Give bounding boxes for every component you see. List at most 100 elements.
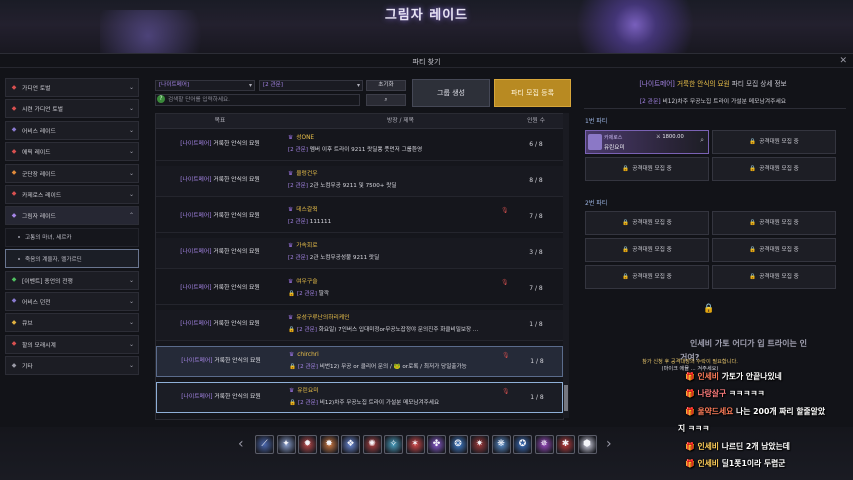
recruit-button[interactable]: 파티 모집 등록 xyxy=(494,79,571,107)
scrollbar-thumb[interactable] xyxy=(564,385,568,411)
skill-prev-arrow[interactable]: ‹ xyxy=(238,436,244,452)
row-count: 1 / 8 xyxy=(530,358,544,365)
skill-16-icon[interactable]: ⬢ xyxy=(577,435,597,454)
table-row[interactable]: [나이트메어] 거룩한 안식의 묘원 ♛ 울렁건우 [2 관문] 2관 노컴무공 92… xyxy=(156,166,563,197)
row-objective: [나이트메어] 거룩한 안식의 묘원 xyxy=(160,238,280,267)
shadow-icon: ◆ xyxy=(11,211,17,219)
crown-icon: ♛ xyxy=(288,279,294,285)
skill-9-icon[interactable]: ✤ xyxy=(427,435,446,454)
sidebar-item[interactable]: ◆ 군단장 레이드 ⌄ xyxy=(5,163,139,183)
skill-11-icon[interactable]: ✷ xyxy=(470,435,489,454)
row-host: ♛ 유성구루난의하리케인 xyxy=(288,314,518,323)
chevron-down-icon: ▾ xyxy=(248,82,252,89)
row-host-name: 여우구슬 xyxy=(296,279,318,285)
row-tag: [나이트메어] xyxy=(180,141,212,147)
difficulty-dropdown[interactable]: [나이트메어] ▾ xyxy=(155,80,255,91)
mic-icon: 🎙 xyxy=(501,279,509,286)
skill-8-icon[interactable]: ✶ xyxy=(405,435,425,454)
member-slot[interactable]: 카제로스 ⚔ 1800.00 유린요미 ⌕ xyxy=(585,130,709,154)
sidebar-subitem[interactable]: 고통의 마녀, 세르카 xyxy=(5,227,139,247)
row-count: 8 / 8 xyxy=(529,177,543,184)
sidebar-item[interactable]: ◆ 에픽 레이드 ⌄ xyxy=(5,142,139,162)
sidebar-item[interactable]: ◆ 어비스 레이드 ⌄ xyxy=(5,120,139,140)
row-desc: [2 관문] 멤버 이후 트라이 9211 랏딜뽕 풋먼저 그룹환영 xyxy=(288,146,518,155)
row-title: ♛ 가속회로 [2 관문] 2관 노컴무공성불 9211 랏딜 xyxy=(288,242,518,263)
skill-14-icon[interactable]: ✵ xyxy=(534,435,554,454)
row-count: 7 / 8 xyxy=(529,213,543,220)
crown-icon: ♛ xyxy=(289,352,295,358)
skill-5-icon[interactable]: ❖ xyxy=(341,435,360,454)
close-icon[interactable]: ✕ xyxy=(839,56,847,66)
row-desc: 🔒 [2 관문] 화요일) 7인버스 입대미정or무공노잡정야 문의진주 화클비밀… xyxy=(288,326,518,335)
slot-label: 공격대원 모집 중 xyxy=(632,274,672,280)
sidebar-item[interactable]: ◆ 큐브 ⌄ xyxy=(5,313,139,333)
table-row[interactable]: [나이트메어] 거룩한 안식의 묘원 ♛ 여우구슬 🔒 [2 관문] 딸깍 🎙 7 / 8 xyxy=(156,274,563,305)
header-title: 방장 / 제목 xyxy=(387,118,414,124)
sidebar-item-label: 큐브 xyxy=(22,321,33,328)
table-row[interactable]: [나이트메어] 거룩한 안식의 묘원 ♛ 유린요미 🔒 [2 관문] 비12)차주 무공… xyxy=(156,382,563,413)
skill-3-icon[interactable]: ✹ xyxy=(298,435,317,454)
sidebar-item[interactable]: ◆ [이벤트] 종언의 전쟁 ⌄ xyxy=(5,270,139,290)
skill-6-icon[interactable]: ✺ xyxy=(362,435,382,454)
reset-button[interactable]: 초기화 xyxy=(366,80,406,91)
row-desc-text: 멤버 이후 트라이 9211 랏딜뽕 풋먼저 그룹환영 xyxy=(309,147,423,153)
search-button[interactable]: ⌕ xyxy=(366,94,406,106)
abyss-icon: ◆ xyxy=(11,126,17,134)
sidebar-item[interactable]: ◆ 시련 가디언 토벌 ⌄ xyxy=(5,99,139,119)
table-row[interactable]: [나이트메어] 거룩한 안식의 묘원 ♛ 데스갈쥑 [2 관문] 111111 🎙 7 /… xyxy=(156,202,563,233)
skill-2-icon[interactable]: ✦ xyxy=(276,435,296,454)
avatar xyxy=(588,134,602,150)
row-desc: 🔒 [2 관문] 비번12) 무공 or 클리어 문의 / 🐸 or로록 / 최저… xyxy=(289,363,519,372)
row-desc-text: 111111 xyxy=(309,219,332,225)
chat-overlay: 🎁 인세비 가토가 안끝나있네 🎁 나랑살구 ㅋㅋㅋㅋㅋ 🎁 울약드세요 나는 20… xyxy=(615,330,853,480)
row-count: 3 / 8 xyxy=(529,249,543,256)
detail-tag: [나이트메어] xyxy=(639,80,675,88)
row-host-name: 유린요미 xyxy=(297,388,319,394)
skill-15-icon[interactable]: ✱ xyxy=(556,435,575,454)
table-scrollbar[interactable] xyxy=(563,113,569,418)
skill-next-arrow[interactable]: › xyxy=(606,436,612,452)
group-create-button[interactable]: 그룹 생성 xyxy=(412,79,490,107)
table-row[interactable]: [나이트메어] 거룩한 안식의 묘원 ♛ 성ONE [2 관문] 멤버 이후 트라이 … xyxy=(156,130,563,161)
mic-icon: 🎙 xyxy=(502,352,510,359)
inspect-icon[interactable]: ⌕ xyxy=(700,136,704,145)
chat-user: 인세비 xyxy=(697,459,719,468)
lock-icon: 🔒 xyxy=(749,139,757,145)
table-row[interactable]: [나이트메어] 거룩한 안식의 묘원 ♛ 가속회로 [2 관문] 2관 노컴무공성불 … xyxy=(156,238,563,269)
skill-4-icon[interactable]: ✸ xyxy=(319,435,339,454)
mic-icon: 🎙 xyxy=(502,388,510,395)
skill-7-icon[interactable]: ✧ xyxy=(384,435,403,454)
table-row[interactable]: [나이트메어] 거룩한 안식의 묘원 ♛ 유성구루난의하리케인 🔒 [2 관문] 화요일… xyxy=(156,310,563,341)
lock-icon: 🔒 xyxy=(289,400,296,406)
chevron-down-icon: ⌄ xyxy=(128,148,134,156)
search-input[interactable]: 검색할 단어를 입력하세요. xyxy=(155,94,360,106)
mic-icon: 🎙 xyxy=(501,207,509,214)
sidebar-item[interactable]: ◆ 카제로스 레이드 ⌄ xyxy=(5,184,139,204)
sidebar-item[interactable]: ◆ 어비스 던전 ⌄ xyxy=(5,291,139,311)
skill-10-icon[interactable]: ❂ xyxy=(448,435,468,454)
sidebar-subitem[interactable]: 죽음의 계율자, 멜가르딘 xyxy=(5,249,139,269)
skill-1-icon[interactable]: ⟋ xyxy=(255,435,274,454)
sidebar-item-label: 어비스 던전 xyxy=(22,299,51,306)
chat-msg: ㅋㅋㅋㅋㅋ xyxy=(728,389,765,398)
row-desc-text: 2관 노컴무공 9211 및 7500+ 랏딜 xyxy=(309,183,397,189)
skill-13-icon[interactable]: ✪ xyxy=(513,435,532,454)
gate-value: [2 관문] xyxy=(263,82,283,88)
skill-12-icon[interactable]: ❋ xyxy=(491,435,511,454)
slot-label: 공격대원 모집 중 xyxy=(759,166,799,172)
sidebar-item[interactable]: ◆ 그림자 레이드 ⌃ xyxy=(5,206,139,226)
search-icon: ⌕ xyxy=(384,97,388,103)
sidebar-item[interactable]: ◆ 기타 ⌄ xyxy=(5,356,139,376)
row-desc-text: 비12)차주 무공노집 트라이 가설분 메모남겨주세요 xyxy=(319,400,440,406)
table-row[interactable]: [나이트메어] 거룩한 안식의 묘원 ♛ chirchri 🔒 [2 관문] 비번12)… xyxy=(156,346,563,377)
sidebar-item[interactable]: ◆ 가디언 토벌 ⌄ xyxy=(5,78,139,97)
row-title: ♛ 울렁건우 [2 관문] 2관 노컴무공 9211 및 7500+ 랏딜 xyxy=(288,170,518,191)
sidebar-item[interactable]: ◆ 할의 모래시계 ⌄ xyxy=(5,334,139,354)
sidebar-item-label: 시련 가디언 토벌 xyxy=(22,107,64,114)
gate-dropdown[interactable]: [2 관문] ▾ xyxy=(259,80,363,91)
row-desc-text: 2관 노컴무공성불 9211 랏딜 xyxy=(309,255,380,261)
lock-icon: 🔒 xyxy=(289,364,296,370)
row-gate: [2 관문] xyxy=(288,183,308,189)
row-name: 거룩한 안식의 묘원 xyxy=(213,213,260,219)
header-objective: 목표 xyxy=(214,118,226,124)
